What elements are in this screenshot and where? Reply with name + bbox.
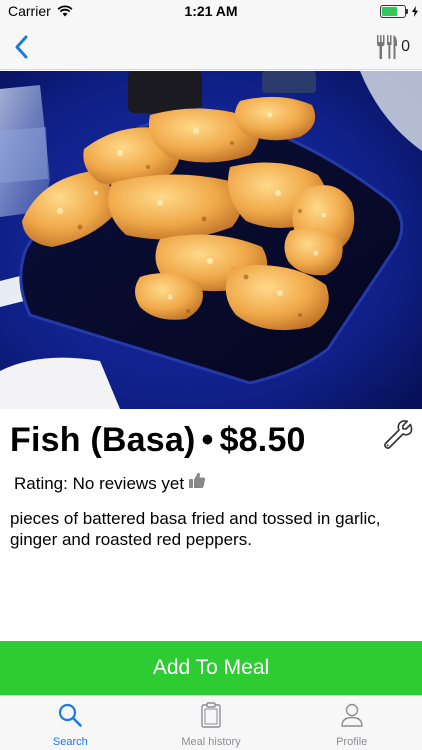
search-icon [59,703,83,727]
status-bar: Carrier 1:21 AM [0,0,422,24]
tab-profile-label: Profile [336,736,368,748]
item-name: Fish (Basa) [10,421,196,459]
cart-count: 0 [401,38,410,55]
tab-meal-history-label: Meal history [181,736,241,748]
tab-search[interactable]: Search [0,696,141,750]
tab-bar: Search Meal history Profile [0,695,422,750]
item-title: Fish (Basa) • $8.50 [10,421,306,460]
wrench-icon [384,420,413,449]
item-description: pieces of battered basa fried and tossed… [10,509,381,549]
tab-meal-history[interactable]: Meal history [141,696,282,750]
nav-bar: 0 [0,24,422,70]
rating-label: Rating: [14,473,68,493]
fork-knife-icon [377,35,398,59]
edit-item-button[interactable] [382,419,414,451]
meal-cart-button[interactable]: 0 [376,32,410,62]
battery-icon [380,5,410,19]
battery-level [382,7,398,16]
rating-row: Rating: No reviews yet [14,471,206,494]
item-price: $8.50 [219,421,306,459]
add-to-meal-button[interactable]: Add To Meal [0,641,422,695]
item-details: Fish (Basa) • $8.50 Rating: No reviews yet… [0,409,422,641]
tab-search-label: Search [52,736,88,748]
thumbs-up-icon [188,471,206,494]
rating-value: No reviews yet [72,473,185,493]
clock: 1:21 AM [184,3,238,19]
food-photo [0,71,422,409]
person-icon [340,703,363,727]
title-separator: • [201,421,214,459]
clipboard-icon [201,702,221,728]
chevron-left-icon [15,35,28,59]
charging-bolt-icon [412,4,418,22]
back-button[interactable] [6,32,36,62]
tab-profile[interactable]: Profile [281,696,422,750]
